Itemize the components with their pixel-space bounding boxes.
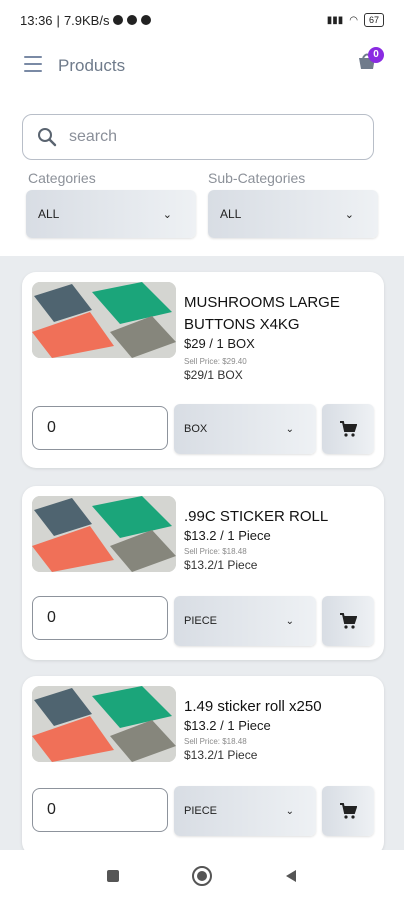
unit-select[interactable]: PIECE ⌄ xyxy=(174,596,316,646)
product-name: 1.49 sticker roll x250 xyxy=(184,698,322,715)
subcategories-select[interactable]: ALL ⌄ xyxy=(208,190,378,238)
network-speed: 7.9KB/s xyxy=(63,12,110,28)
whatsapp-icon xyxy=(127,15,138,25)
settings-status-icon xyxy=(141,15,152,25)
product-card[interactable]: 1.49 sticker roll x250 $13.2 / 1 Piece S… xyxy=(22,676,384,850)
system-nav-bar xyxy=(0,852,404,900)
page-title: Products xyxy=(58,56,126,75)
unit-value: PIECE xyxy=(184,615,218,627)
unit-value: PIECE xyxy=(184,805,218,817)
menu-icon[interactable] xyxy=(24,56,42,74)
recents-button[interactable] xyxy=(105,868,121,884)
sell-price: Sell Price: $29.40 xyxy=(184,357,247,366)
quantity-input[interactable]: 0 xyxy=(32,406,168,450)
search-icon xyxy=(38,128,57,147)
product-card[interactable]: .99C STICKER ROLL $13.2 / 1 Piece Sell P… xyxy=(22,486,384,660)
battery-icon: 67 xyxy=(363,13,384,27)
chevron-down-icon: ⌄ xyxy=(162,208,172,221)
unit-price: $29/1 BOX xyxy=(184,368,243,382)
sell-price: Sell Price: $18.48 xyxy=(184,737,247,746)
wifi-icon: ◠ xyxy=(349,14,358,26)
unit-select[interactable]: BOX ⌄ xyxy=(174,404,316,454)
search-input[interactable] xyxy=(67,127,331,147)
product-name: .99C STICKER ROLL xyxy=(184,508,329,525)
notification-icon xyxy=(113,15,124,25)
product-price: $13.2 / 1 Piece xyxy=(184,718,271,733)
unit-select[interactable]: PIECE ⌄ xyxy=(174,786,316,836)
product-name: MUSHROOMS LARGE BUTTONS X4KG xyxy=(184,294,340,333)
cart-icon xyxy=(340,803,357,819)
product-list[interactable]: MUSHROOMS LARGE BUTTONS X4KG $29 / 1 BOX… xyxy=(0,256,404,850)
quantity-input[interactable]: 0 xyxy=(32,596,168,640)
subcategories-label: Sub-Categories xyxy=(208,170,306,186)
status-right: ▮▮▮ ◠ 67 xyxy=(327,13,384,27)
unit-price: $13.2/1 Piece xyxy=(184,558,258,572)
status-left: 13:36 | 7.9KB/s xyxy=(20,12,152,28)
home-button[interactable] xyxy=(191,865,213,887)
app-header: Products xyxy=(0,42,404,90)
search-box[interactable] xyxy=(22,114,374,160)
product-image xyxy=(32,496,176,572)
categories-select[interactable]: ALL ⌄ xyxy=(26,190,196,238)
product-card[interactable]: MUSHROOMS LARGE BUTTONS X4KG $29 / 1 BOX… xyxy=(22,272,384,468)
status-time: 13:36 xyxy=(20,12,53,28)
cart-icon xyxy=(340,421,357,437)
add-to-cart-button[interactable] xyxy=(322,404,374,454)
status-bar: 13:36 | 7.9KB/s ▮▮▮ ◠ 67 xyxy=(0,0,404,40)
categories-label: Categories xyxy=(28,170,96,186)
chevron-down-icon: ⌄ xyxy=(344,208,354,221)
chevron-down-icon: ⌄ xyxy=(285,805,294,817)
add-to-cart-button[interactable] xyxy=(322,596,374,646)
subcategories-value: ALL xyxy=(220,207,242,221)
product-image xyxy=(32,686,176,762)
product-image xyxy=(32,282,176,358)
chevron-down-icon: ⌄ xyxy=(285,615,294,627)
categories-value: ALL xyxy=(38,207,60,221)
chevron-down-icon: ⌄ xyxy=(285,423,294,435)
cart-icon xyxy=(340,613,357,629)
cart-badge: 0 xyxy=(368,47,384,63)
product-price: $13.2 / 1 Piece xyxy=(184,528,271,543)
product-price: $29 / 1 BOX xyxy=(184,336,255,351)
unit-price: $13.2/1 Piece xyxy=(184,748,258,762)
quantity-input[interactable]: 0 xyxy=(32,788,168,832)
add-to-cart-button[interactable] xyxy=(322,786,374,836)
signal-icon: ▮▮▮ xyxy=(326,14,344,26)
unit-value: BOX xyxy=(184,423,208,435)
back-button[interactable] xyxy=(283,868,299,884)
sell-price: Sell Price: $18.48 xyxy=(184,547,247,556)
